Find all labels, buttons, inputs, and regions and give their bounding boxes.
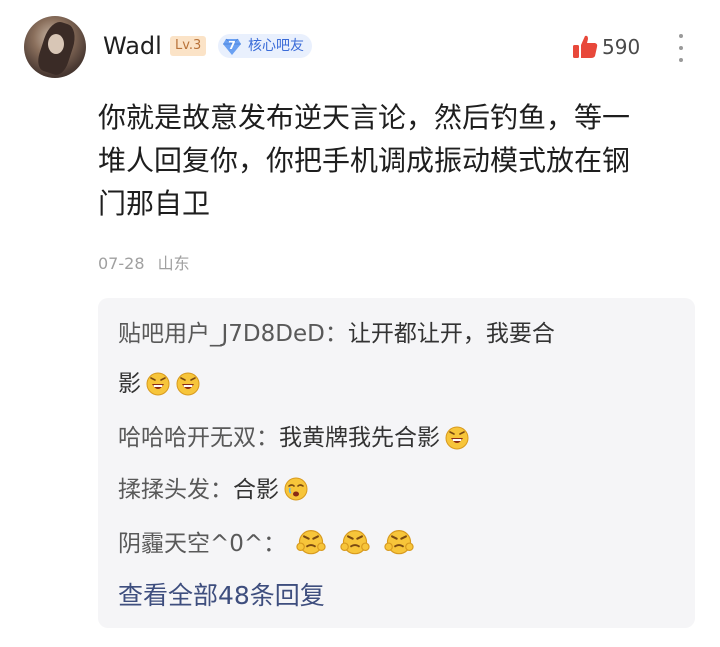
cry-emoji-icon	[283, 476, 309, 502]
reply-item-continued: 影	[118, 364, 201, 404]
avatar-face	[48, 34, 64, 54]
angry-emoji-icon	[340, 526, 370, 556]
like-button[interactable]: 590	[570, 32, 640, 62]
level-badge: Lv.3	[170, 36, 207, 56]
reply-item[interactable]: 阴霾天空^0^：	[118, 524, 414, 564]
post-line: 你就是故意发布逆天言论，然后钓鱼，等一	[98, 101, 631, 134]
reply-item[interactable]: 贴吧用户_J7D8DeD：让开都让开，我要合	[118, 314, 555, 354]
like-count: 590	[602, 35, 641, 59]
reply-text: 合影	[233, 477, 279, 503]
angry-emoji-icon	[384, 526, 414, 556]
username[interactable]: Wadl	[103, 30, 162, 62]
core-member-badge[interactable]: 7 核心吧友	[218, 34, 312, 58]
badge-label: 核心吧友	[248, 38, 304, 54]
more-options-icon[interactable]	[676, 34, 686, 62]
post-line: 门那自卫	[98, 187, 211, 220]
reply-text: 我黄牌我先合影	[279, 425, 440, 451]
reply-author[interactable]: 阴霾天空^0^：	[118, 531, 286, 557]
post-content: 你就是故意发布逆天言论，然后钓鱼，等一 堆人回复你，你把手机调成振动模式放在钢 …	[98, 96, 698, 225]
reply-text: 让开都让开，我要合	[347, 321, 555, 347]
post-line: 堆人回复你，你把手机调成振动模式放在钢	[98, 144, 631, 177]
reply-item[interactable]: 揉揉头发：合影	[118, 470, 309, 510]
post-location: 山东	[157, 254, 190, 273]
grin-emoji-icon	[145, 370, 171, 396]
reply-item[interactable]: 哈哈哈开无双：我黄牌我先合影	[118, 418, 470, 458]
badge-number: 7	[228, 39, 236, 52]
reply-panel: 贴吧用户_J7D8DeD：让开都让开，我要合 影 哈哈哈开无双：我黄牌我先合影 …	[98, 298, 695, 628]
grin-emoji-icon	[444, 424, 470, 450]
grin-emoji-icon	[175, 370, 201, 396]
view-all-replies-link[interactable]: 查看全部48条回复	[118, 576, 325, 616]
reply-author[interactable]: 贴吧用户_J7D8DeD：	[118, 321, 348, 347]
reply-author[interactable]: 哈哈哈开无双：	[118, 425, 279, 451]
reply-author[interactable]: 揉揉头发：	[118, 477, 233, 503]
avatar[interactable]	[24, 16, 86, 78]
post-meta: 07-28 山东	[98, 250, 190, 274]
angry-emoji-icon	[296, 526, 326, 556]
thumb-up-icon	[573, 35, 598, 58]
post-date: 07-28	[98, 254, 145, 273]
reply-text: 影	[118, 371, 141, 397]
